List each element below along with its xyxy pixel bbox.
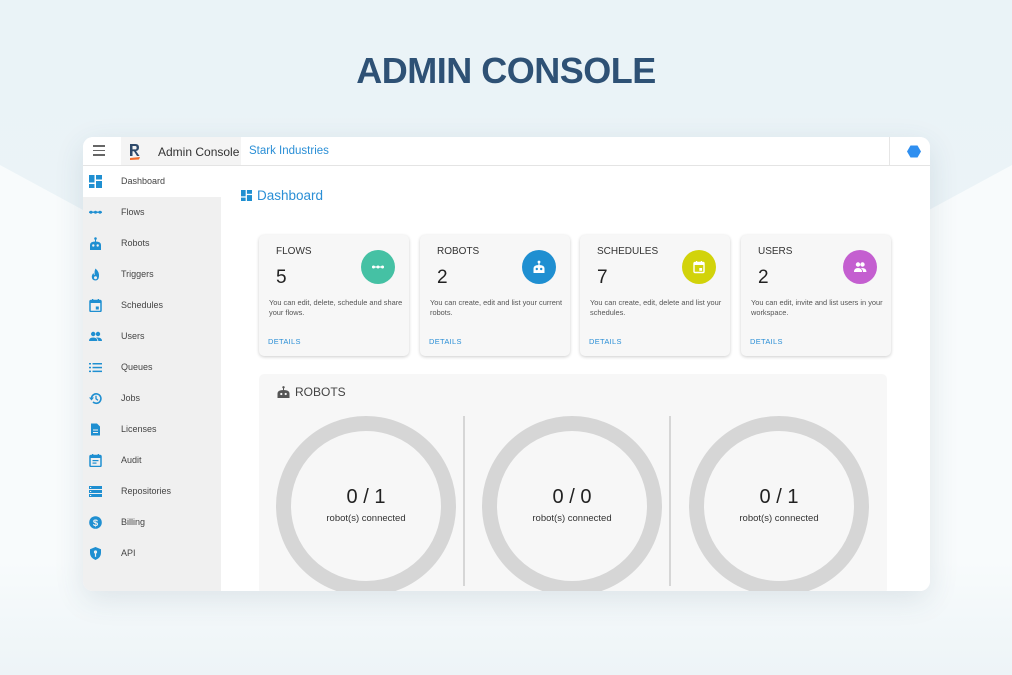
card-count: 2 <box>758 267 769 288</box>
gauge-label: robot(s) connected <box>326 513 406 524</box>
dashboard-icon <box>89 175 102 188</box>
dollar-icon: $ <box>89 516 102 529</box>
brand[interactable]: Admin Console <box>121 137 241 165</box>
robot-gauge: 0 / 1 robot(s) connected <box>276 416 456 591</box>
card-count: 7 <box>597 267 608 288</box>
card-description: You can edit, delete, schedule and share… <box>269 298 403 317</box>
details-link[interactable]: DETAILS <box>429 337 462 346</box>
sidebar-item-triggers[interactable]: Triggers <box>83 259 221 290</box>
flows-icon <box>372 265 384 269</box>
hero-title: ADMIN CONSOLE <box>356 50 656 91</box>
card-icon-badge <box>361 250 395 284</box>
sidebar-item-users[interactable]: Users <box>83 321 221 352</box>
stat-card-users: USERS 2 You can edit, invite and list us… <box>741 235 891 356</box>
sidebar-item-label: Jobs <box>121 393 141 403</box>
sidebar-item-label: Robots <box>121 238 150 248</box>
sidebar-item-label: Billing <box>121 517 146 527</box>
users-icon <box>89 331 102 341</box>
hexagon-icon[interactable] <box>907 145 921 158</box>
gauge-value: 0 / 1 <box>346 486 386 508</box>
sidebar-item-queues[interactable]: Queues <box>83 352 221 383</box>
app-title: Admin Console <box>158 145 240 159</box>
card-title: USERS <box>758 246 793 257</box>
sidebar-item-label: Schedules <box>121 300 164 310</box>
robots-panel-title: ROBOTS <box>295 385 346 399</box>
gauge-divider <box>669 416 671 586</box>
sidebar-item-schedules[interactable]: Schedules <box>83 290 221 321</box>
card-icon-badge <box>682 250 716 284</box>
details-link[interactable]: DETAILS <box>750 337 783 346</box>
sidebar: Dashboard Flows Robots Triggers Schedule… <box>83 166 221 591</box>
sidebar-item-api[interactable]: API <box>83 538 221 569</box>
card-description: You can create, edit and list your curre… <box>430 298 563 317</box>
fire-icon <box>91 268 100 281</box>
sidebar-item-dashboard[interactable]: Dashboard <box>83 166 221 197</box>
sidebar-item-label: Licenses <box>121 424 157 434</box>
card-title: SCHEDULES <box>597 246 659 257</box>
sidebar-item-label: Queues <box>121 362 153 372</box>
flows-icon <box>89 210 102 214</box>
svg-text:$: $ <box>93 518 99 529</box>
card-count: 2 <box>437 267 448 288</box>
stat-card-robots: ROBOTS 2 You can create, edit and list y… <box>420 235 570 356</box>
sidebar-item-repositories[interactable]: Repositories <box>83 476 221 507</box>
storage-icon <box>89 486 102 497</box>
stat-card-flows: FLOWS 5 You can edit, delete, schedule a… <box>259 235 409 356</box>
sidebar-item-jobs[interactable]: Jobs <box>83 383 221 414</box>
main-content: Dashboard FLOWS 5 You can edit, delete, … <box>221 166 930 591</box>
robot-gauge: 0 / 1 robot(s) connected <box>689 416 869 591</box>
gauge-value: 0 / 0 <box>552 486 592 508</box>
card-title: ROBOTS <box>437 246 480 257</box>
document-icon <box>91 423 100 436</box>
details-link[interactable]: DETAILS <box>589 337 622 346</box>
card-icon-badge <box>522 250 556 284</box>
sidebar-item-label: Users <box>121 331 145 341</box>
robots-panel: ROBOTS 0 / 1 robot(s) connected 0 / 0 ro… <box>259 374 887 591</box>
audit-calendar-icon <box>89 454 102 467</box>
card-description: You can edit, invite and list users in y… <box>751 298 883 317</box>
dashboard-icon <box>241 190 252 201</box>
sidebar-item-robots[interactable]: Robots <box>83 228 221 259</box>
card-description: You can create, edit, delete and list yo… <box>590 298 722 317</box>
gauge-divider <box>463 416 465 586</box>
sidebar-item-label: API <box>121 548 136 558</box>
gauge-label: robot(s) connected <box>739 513 819 524</box>
divider <box>889 137 890 165</box>
sidebar-item-flows[interactable]: Flows <box>83 197 221 228</box>
history-icon <box>89 393 102 405</box>
details-link[interactable]: DETAILS <box>268 337 301 346</box>
card-icon-badge <box>843 250 877 284</box>
gauge-label: robot(s) connected <box>532 513 612 524</box>
sidebar-item-label: Triggers <box>121 269 154 279</box>
calendar-icon <box>693 261 705 274</box>
robot-icon <box>90 237 101 250</box>
card-title: FLOWS <box>276 246 312 257</box>
robot-gauge: 0 / 0 robot(s) connected <box>482 416 662 591</box>
sidebar-item-billing[interactable]: $ Billing <box>83 507 221 538</box>
users-icon <box>854 262 867 272</box>
sidebar-item-licenses[interactable]: Licenses <box>83 414 221 445</box>
shield-key-icon <box>90 547 101 560</box>
stat-card-schedules: SCHEDULES 7 You can create, edit, delete… <box>580 235 730 356</box>
logo-icon <box>130 144 140 160</box>
sidebar-item-label: Audit <box>121 455 142 465</box>
calendar-icon <box>89 299 102 312</box>
workspace-name[interactable]: Stark Industries <box>249 145 329 157</box>
list-icon <box>89 363 102 373</box>
sidebar-item-audit[interactable]: Audit <box>83 445 221 476</box>
robot-icon <box>533 260 545 273</box>
hamburger-menu-icon[interactable] <box>93 145 105 157</box>
top-bar: Admin Console Stark Industries <box>83 137 930 166</box>
card-count: 5 <box>276 267 287 288</box>
gauge-value: 0 / 1 <box>759 486 799 508</box>
page-title-text: Dashboard <box>257 188 324 203</box>
sidebar-item-label: Dashboard <box>121 176 166 186</box>
sidebar-item-label: Flows <box>121 207 145 217</box>
sidebar-item-label: Repositories <box>121 486 172 496</box>
robot-icon <box>277 386 290 398</box>
app-window: Admin Console Stark Industries Dashboard… <box>83 137 930 591</box>
